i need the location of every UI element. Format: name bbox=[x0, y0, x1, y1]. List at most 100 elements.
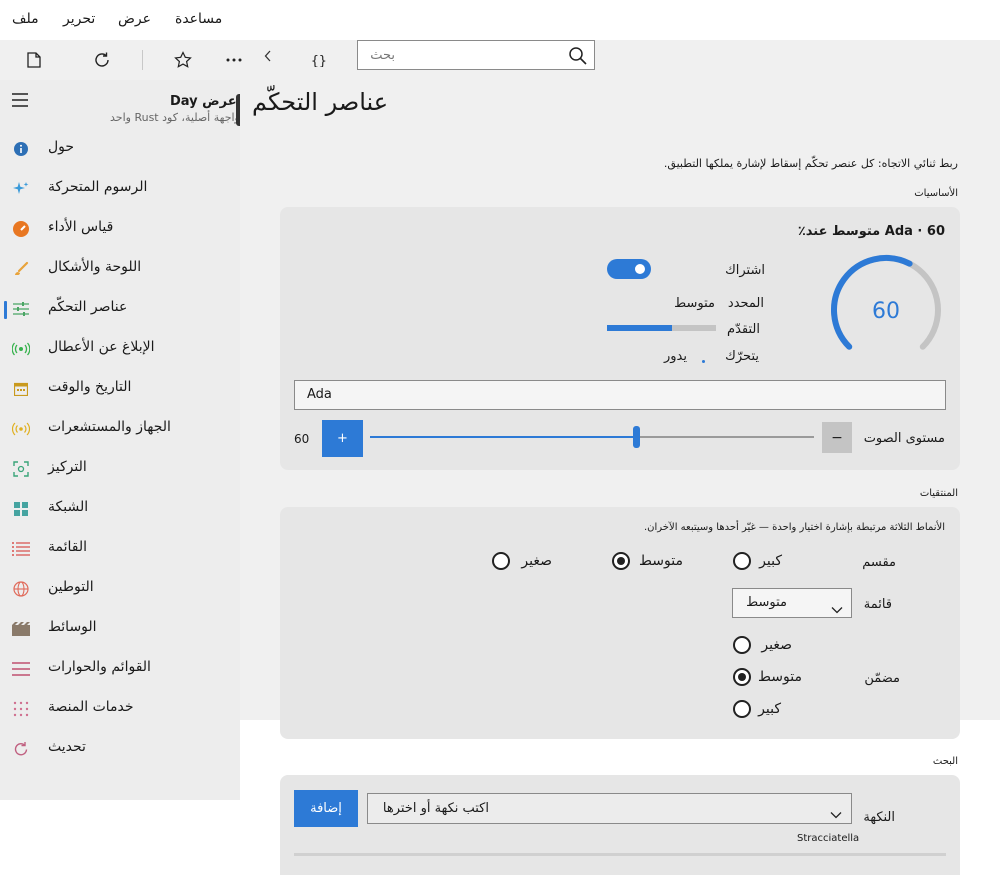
refresh-icon bbox=[12, 740, 30, 758]
sidebar-item[interactable]: قياس الأداء bbox=[0, 209, 240, 249]
sidebar-item-label: عناصر التحكّم bbox=[48, 299, 128, 315]
name-input-value: Ada bbox=[307, 387, 332, 402]
chevron-left-icon[interactable] bbox=[258, 46, 278, 66]
inline-option-medium[interactable]: متوسط bbox=[758, 669, 802, 685]
dots-grid-icon bbox=[12, 700, 30, 718]
subscribe-label: اشتراك bbox=[725, 263, 765, 278]
menu-icon bbox=[12, 660, 30, 678]
toolbar: {} بحث bbox=[0, 40, 1000, 80]
sidebar-item-label: حول bbox=[48, 139, 75, 155]
menu-view[interactable]: عرض bbox=[118, 11, 151, 27]
volume-label: مستوى الصوت bbox=[863, 431, 945, 446]
sidebar-item-label: الشبكة bbox=[48, 499, 89, 515]
sidebar-item[interactable]: اللوحة والأشكال bbox=[0, 249, 240, 289]
sidebar-item[interactable]: التركيز bbox=[0, 449, 240, 489]
sidebar-item-label: التركيز bbox=[48, 459, 87, 475]
star-icon[interactable] bbox=[173, 50, 193, 70]
volume-decrease-button[interactable]: − bbox=[822, 422, 852, 453]
sidebar-item[interactable]: خدمات المنصة bbox=[0, 689, 240, 729]
spinner-icon bbox=[702, 360, 705, 363]
sliders-icon bbox=[12, 300, 30, 318]
size-dropdown[interactable]: متوسط bbox=[732, 588, 852, 618]
inline-option-large[interactable]: كبير bbox=[758, 701, 781, 717]
sparkle-icon bbox=[12, 180, 30, 198]
sidebar-item-label: التاريخ والوقت bbox=[48, 379, 132, 395]
sidebar-item[interactable]: الوسائط bbox=[0, 609, 240, 649]
inline-radio-small[interactable] bbox=[733, 636, 751, 654]
reload-icon[interactable] bbox=[92, 50, 112, 70]
volume-increase-button[interactable]: + bbox=[322, 420, 363, 457]
segmented-label: مقسم bbox=[862, 555, 896, 570]
brush-icon bbox=[12, 260, 30, 278]
sidebar-item[interactable]: الجهاز والمستشعرات bbox=[0, 409, 240, 449]
page-title: عناصر التحكّم bbox=[252, 88, 389, 116]
progress-fill bbox=[607, 325, 673, 331]
hamburger-menu-icon[interactable] bbox=[12, 92, 28, 111]
search-card bbox=[280, 775, 960, 875]
toolbar-divider bbox=[142, 50, 143, 70]
segmented-option-large[interactable]: كبير bbox=[759, 553, 782, 569]
grid-icon bbox=[12, 500, 30, 518]
progress-bar bbox=[607, 325, 716, 331]
sidebar-item[interactable]: التاريخ والوقت bbox=[0, 369, 240, 409]
inline-radio-large[interactable] bbox=[733, 700, 751, 718]
sidebar-item[interactable]: تحديث bbox=[0, 729, 240, 769]
flavor-chip[interactable]: Stracciatella bbox=[797, 833, 859, 844]
app-subtitle: واجهة أصلية، كود Rust واحد bbox=[110, 111, 240, 124]
segmented-radio-large[interactable] bbox=[733, 552, 751, 570]
toggle-knob bbox=[635, 264, 645, 274]
code-braces-icon[interactable]: {} bbox=[310, 50, 330, 70]
segmented-option-medium[interactable]: متوسط bbox=[639, 553, 683, 569]
inline-radio-medium[interactable] bbox=[733, 668, 751, 686]
sidebar-item-label: قياس الأداء bbox=[48, 219, 114, 235]
inline-option-small[interactable]: صغير bbox=[761, 637, 792, 653]
new-document-icon[interactable] bbox=[24, 50, 44, 70]
more-icon[interactable] bbox=[224, 50, 244, 70]
speedometer-icon bbox=[12, 220, 30, 238]
segmented-option-small[interactable]: صغير bbox=[521, 553, 552, 569]
slider-thumb[interactable] bbox=[633, 426, 641, 448]
flavor-combobox[interactable]: اكتب نكهة أو اخترها bbox=[367, 793, 852, 824]
svg-text:{}: {} bbox=[311, 54, 327, 67]
info-icon bbox=[12, 140, 30, 158]
focus-icon bbox=[12, 460, 30, 478]
app-title: عرض Day bbox=[170, 94, 237, 109]
sidebar-item-label: التوطين bbox=[48, 579, 94, 595]
sidebar-item[interactable]: الإبلاغ عن الأعطال bbox=[0, 329, 240, 369]
section-heading-basics: الأساسيات bbox=[914, 188, 958, 199]
menu-file[interactable]: ملف bbox=[12, 11, 39, 27]
search-placeholder: بحث bbox=[370, 48, 395, 63]
sidebar-item[interactable]: القوائم والحوارات bbox=[0, 649, 240, 689]
menu-help[interactable]: مساعدة bbox=[175, 11, 222, 27]
sidebar-item-label: الإبلاغ عن الأعطال bbox=[48, 339, 155, 355]
sidebar-item-label: الوسائط bbox=[48, 619, 97, 635]
slider-fill bbox=[370, 436, 637, 438]
list-label: قائمة bbox=[863, 597, 892, 612]
section-heading-search: البحث bbox=[932, 756, 958, 767]
volume-slider[interactable] bbox=[370, 425, 814, 449]
segmented-radio-medium[interactable] bbox=[612, 552, 630, 570]
sidebar-item[interactable]: حول bbox=[0, 129, 240, 169]
globe-icon bbox=[12, 580, 30, 598]
menu-edit[interactable]: تحرير bbox=[63, 11, 95, 27]
sidebar-item-label: القائمة bbox=[48, 539, 87, 555]
sidebar-item[interactable]: القائمة bbox=[0, 529, 240, 569]
sidebar-item-label: اللوحة والأشكال bbox=[48, 259, 142, 275]
subscribe-toggle[interactable] bbox=[607, 259, 651, 279]
menu-bar: ملف تحرير عرض مساعدة bbox=[0, 0, 1000, 40]
sidebar-item[interactable]: الرسوم المتحركة bbox=[0, 169, 240, 209]
sidebar-item[interactable]: عناصر التحكّم bbox=[0, 289, 240, 329]
add-flavor-button[interactable]: إضافة bbox=[294, 790, 358, 827]
sidebar-item[interactable]: التوطين bbox=[0, 569, 240, 609]
list-icon bbox=[12, 540, 30, 558]
chevron-down-icon bbox=[831, 599, 843, 618]
flavor-combobox-placeholder: اكتب نكهة أو اخترها bbox=[382, 801, 489, 816]
search-icon[interactable] bbox=[568, 46, 588, 70]
segmented-radio-small[interactable] bbox=[492, 552, 510, 570]
sidebar-item-label: تحديث bbox=[48, 739, 86, 755]
volume-gauge: 60 bbox=[831, 255, 941, 350]
sidebar-item[interactable]: الشبكة bbox=[0, 489, 240, 529]
inline-label: مضمّن bbox=[864, 671, 900, 686]
name-input[interactable]: Ada bbox=[294, 380, 946, 410]
search-box[interactable]: بحث bbox=[357, 40, 595, 70]
